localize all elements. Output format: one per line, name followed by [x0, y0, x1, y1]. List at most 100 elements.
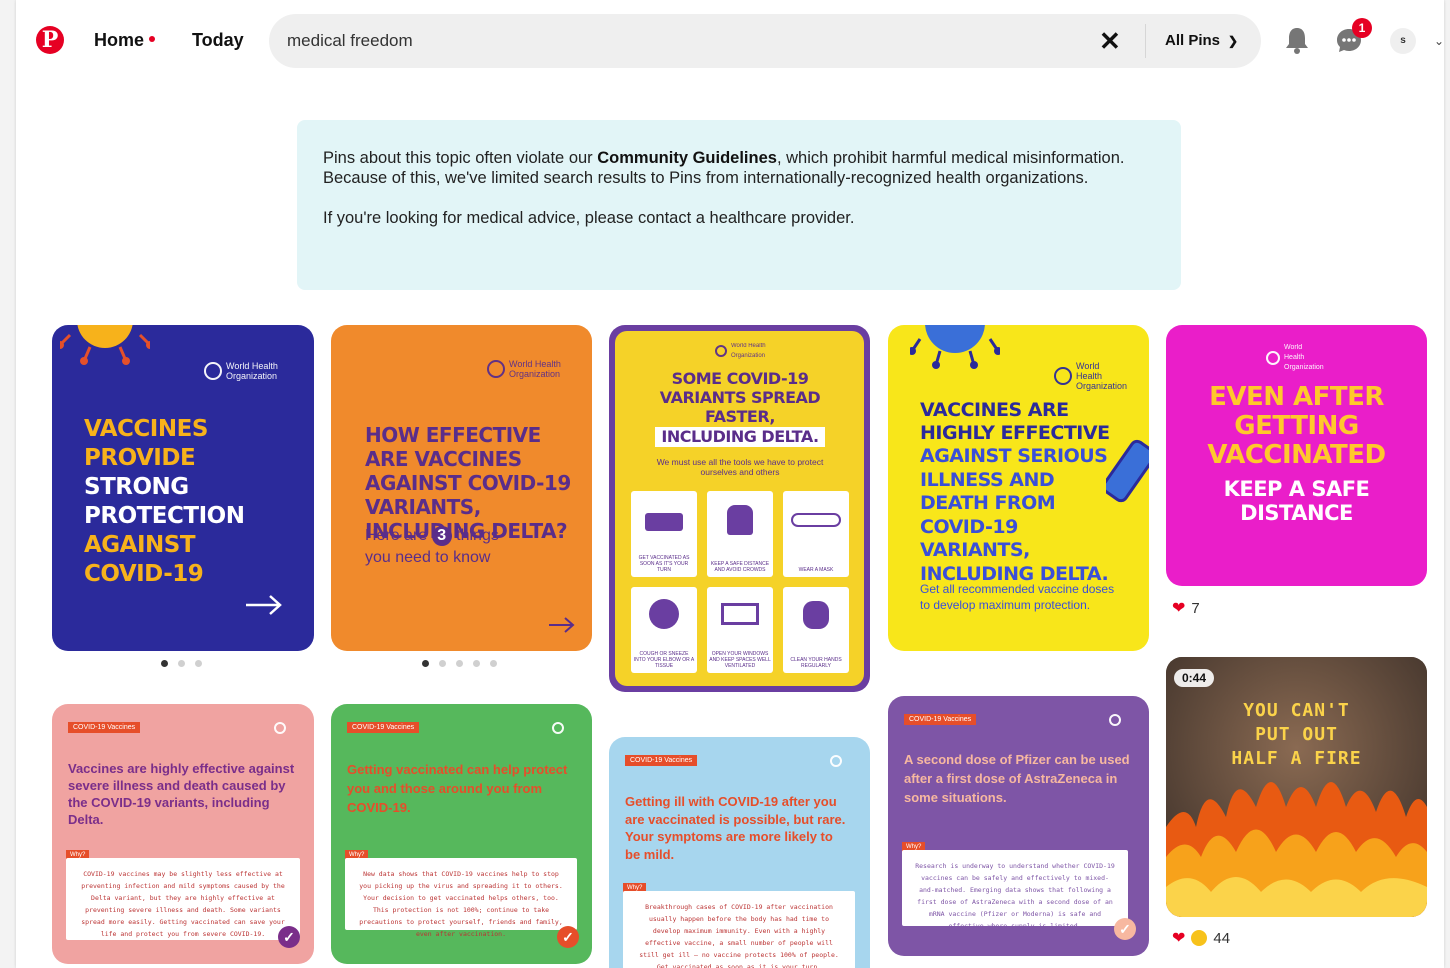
headline-line: PROVIDE: [84, 445, 196, 471]
org-name: World Health Organization: [1284, 344, 1324, 371]
notice-text: Pins about this topic often violate our: [323, 149, 598, 167]
subtitle-text: things: [456, 527, 499, 544]
pin-card[interactable]: World Health Organization VACCINES PROVI…: [52, 325, 314, 651]
pin-card[interactable]: 0:44 YOU CAN'T PUT OUT HALF A FIRE: [1166, 657, 1427, 917]
pin-filter-label: All Pins: [1165, 32, 1221, 49]
chevron-down-icon: ❯: [1228, 34, 1239, 48]
sneeze-icon: [649, 599, 679, 629]
top-nav: P Home Today ✕ All Pins ❯ 1 s ⌄: [16, 0, 1444, 80]
carousel-dots[interactable]: [161, 660, 202, 667]
org-name: World Health Organization: [509, 359, 561, 379]
nav-home-label: Home: [94, 30, 145, 50]
pin-headline: Getting ill with COVID-19 after you are …: [625, 794, 846, 862]
pin-card[interactable]: World Health Organization EVEN AFTER GET…: [1166, 325, 1427, 586]
tip-tile: CLEAN YOUR HANDS REGULARLY: [783, 587, 849, 673]
category-tag: COVID-19 Vaccines: [68, 722, 141, 733]
pin-card[interactable]: COVID-19 Vaccines Vaccines are highly ef…: [52, 704, 314, 964]
pin-card[interactable]: World Health Organization VACCINES ARE H…: [888, 325, 1149, 651]
who-globe-icon: [204, 362, 222, 380]
arrow-right-icon: [246, 595, 282, 615]
notice-paragraph-1: Pins about this topic often violate our …: [323, 148, 1155, 188]
carousel-dots[interactable]: [422, 660, 497, 667]
pin-headline-blue: AGAINST SERIOUS ILLNESS AND DEATH FROM C…: [920, 445, 1109, 585]
pin-headline: EVEN AFTER GETTING VACCINATED: [1207, 382, 1386, 470]
tip-label: GET VACCINATED AS SOON AS IT'S YOUR TURN: [638, 555, 690, 573]
category-tag: COVID-19 Vaccines: [625, 755, 698, 766]
new-content-dot-icon: [149, 36, 156, 43]
community-guidelines-link[interactable]: Community Guidelines: [597, 149, 777, 167]
tip-label: KEEP A SAFE DISTANCE AND AVOID CROWDS: [710, 561, 770, 573]
tips-grid: GET VACCINATED AS SOON AS IT'S YOUR TURN…: [631, 491, 853, 673]
pin-headline: SOME COVID-19 VARIANTS SPREAD FASTER,: [659, 369, 821, 426]
virus-illustration-icon: [60, 325, 150, 365]
nav-today[interactable]: Today: [192, 30, 244, 51]
pin-headline: VACCINES PROVIDE STRONG PROTECTION AGAIN…: [84, 415, 245, 589]
video-duration: 0:44: [1174, 669, 1215, 687]
who-logo: [1109, 714, 1121, 726]
who-globe-icon: [830, 755, 842, 767]
pin-card[interactable]: COVID-19 Vaccines A second dose of Pfize…: [888, 696, 1149, 956]
reaction-number: 44: [1213, 929, 1231, 947]
who-logo: World Health Organization: [715, 341, 771, 361]
why-explanation: COVID-19 vaccines may be slightly less e…: [66, 858, 300, 940]
category-tag: COVID-19 Vaccines: [904, 714, 977, 725]
pin-headline: YOU CAN'T PUT OUT HALF A FIRE: [1186, 699, 1407, 771]
account-chevron-down-icon[interactable]: ⌄: [1434, 34, 1444, 48]
pin-subtitle: KEEP A SAFE DISTANCE: [1223, 477, 1370, 525]
search-input[interactable]: [287, 26, 1067, 56]
pin-subtitle: Get all recommended vaccine doses to dev…: [920, 582, 1115, 612]
tip-label: OPEN YOUR WINDOWS AND KEEP SPACES WELL V…: [709, 651, 771, 669]
reaction-number: 7: [1191, 599, 1200, 617]
verified-check-icon: ✓: [278, 926, 300, 948]
pin-card[interactable]: World Health Organization HOW EFFECTIVE …: [331, 325, 592, 651]
wow-reaction-icon: [1191, 930, 1208, 946]
org-name: World Health Organization: [1076, 361, 1128, 391]
pin-card[interactable]: World Health Organization SOME COVID-19 …: [609, 325, 870, 692]
pin-headline: Vaccines are highly effective against se…: [68, 761, 295, 827]
headline-line: YOU CAN'T: [1243, 700, 1350, 721]
reaction-count[interactable]: ❤ 7: [1172, 598, 1200, 618]
clear-search-icon[interactable]: ✕: [1099, 28, 1121, 54]
why-explanation: Research is underway to understand wheth…: [902, 850, 1128, 930]
who-logo: World Health Organization: [1266, 343, 1324, 373]
verified-check-icon: ✓: [1114, 918, 1136, 940]
pin-subtitle: Here are 3 things you need to know: [365, 525, 499, 569]
pin-card[interactable]: COVID-19 Vaccines Getting ill with COVID…: [609, 737, 870, 968]
headline-line: PUT OUT: [1255, 724, 1338, 745]
who-logo: World Health Organization: [487, 359, 564, 379]
notification-badge: 1: [1352, 18, 1372, 38]
notice-paragraph-2: If you're looking for medical advice, pl…: [323, 209, 855, 227]
tip-label: CLEAN YOUR HANDS REGULARLY: [790, 657, 842, 669]
who-globe-icon: [1266, 351, 1280, 365]
nav-home[interactable]: Home: [94, 30, 156, 51]
number-badge: 3: [431, 526, 452, 546]
pinterest-window: P Home Today ✕ All Pins ❯ 1 s ⌄ Pins abou…: [16, 0, 1444, 968]
why-explanation: Breakthrough cases of COVID-19 after vac…: [623, 891, 855, 968]
verified-check-icon: ✓: [557, 926, 579, 948]
hands-icon: [803, 601, 829, 629]
content-restriction-notice: Pins about this topic often violate our …: [297, 120, 1181, 290]
bell-icon[interactable]: [1284, 26, 1310, 54]
who-logo: [552, 722, 564, 734]
who-globe-icon: [715, 345, 727, 357]
who-logo: World Health Organization: [204, 361, 286, 381]
virus-illustration-icon: [910, 325, 1000, 369]
pinterest-logo-icon[interactable]: P: [36, 26, 64, 54]
arrow-right-icon: [549, 617, 575, 633]
headline-line: AGAINST: [84, 532, 196, 558]
org-name: World Health Organization: [226, 361, 278, 381]
subtitle-text: you need to know: [365, 549, 491, 566]
pin-filter-dropdown[interactable]: All Pins ❯: [1165, 32, 1238, 49]
avatar[interactable]: s: [1390, 28, 1416, 54]
reaction-count[interactable]: ❤ 44: [1172, 928, 1230, 948]
search-bar: ✕ All Pins ❯: [269, 14, 1261, 68]
who-globe-icon: [274, 722, 286, 734]
people-icon: [727, 505, 753, 535]
who-globe-icon: [552, 722, 564, 734]
pin-card[interactable]: COVID-19 Vaccines Getting vaccinated can…: [331, 704, 592, 964]
pin-inner: World Health Organization SOME COVID-19 …: [615, 331, 864, 686]
mask-icon: [791, 513, 841, 527]
pin-headline-highlight: INCLUDING DELTA.: [655, 427, 825, 447]
pin-subtitle: We must use all the tools we have to pro…: [656, 457, 824, 477]
subtitle-text: Here are: [365, 527, 428, 544]
